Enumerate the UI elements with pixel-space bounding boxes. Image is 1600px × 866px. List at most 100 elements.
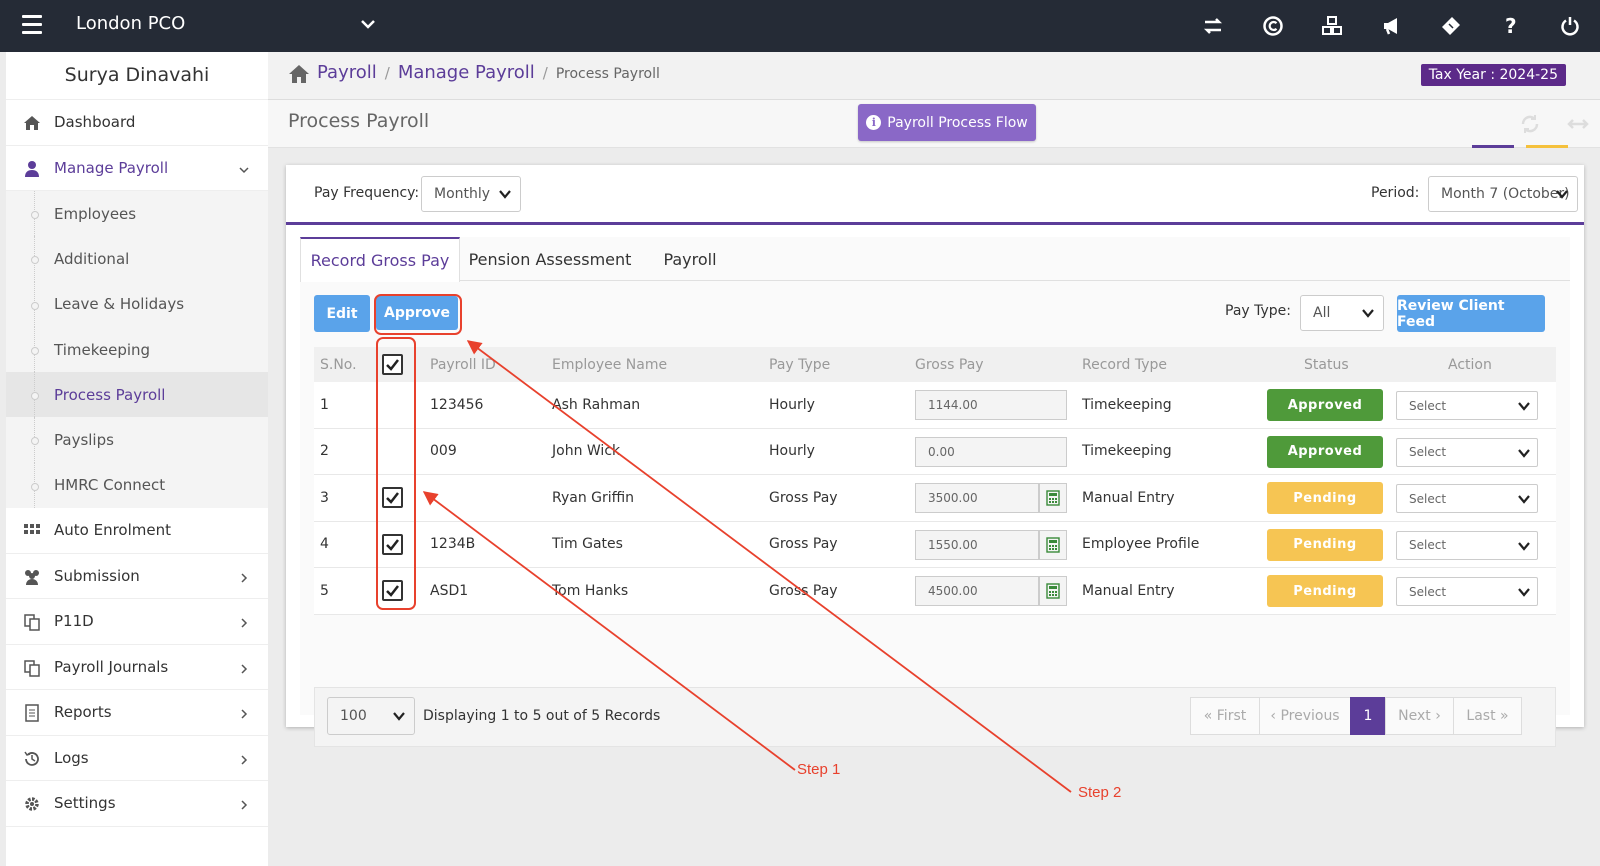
row-checkbox[interactable] [382,533,403,555]
sidebar-item-leave-holidays[interactable]: Leave & Holidays [6,281,268,328]
sidebar: Surya Dinavahi Dashboard Manage Payroll … [6,52,268,866]
sidebar-item-label: Reports [54,703,112,722]
help-icon[interactable]: ? [1481,0,1541,52]
sidebar-item-process-payroll[interactable]: Process Payroll [6,372,268,418]
calculator-icon[interactable] [1039,529,1067,560]
users-icon [25,569,39,585]
page-previous-button[interactable]: ‹ Previous [1259,697,1351,735]
cell-sno: 5 [320,582,329,599]
page-first-button[interactable]: « First [1190,697,1260,735]
sidebar-item-payroll-journals[interactable]: Payroll Journals [6,645,268,691]
chevron-down-icon [1518,402,1530,411]
currency-icon[interactable] [1243,0,1303,52]
step-1-label: Step 1 [797,761,841,778]
records-summary: Displaying 1 to 5 out of 5 Records [423,708,661,724]
action-select-value: Select [1409,584,1447,599]
sidebar-item-manage-payroll[interactable]: Manage Payroll [6,146,268,191]
flow-button-label: Payroll Process Flow [887,114,1028,131]
sidebar-item-hmrc-connect[interactable]: HMRC Connect [6,462,268,509]
pagination-bar: 100 Displaying 1 to 5 out of 5 Records «… [314,687,1556,747]
user-icon [25,160,39,177]
row-checkbox[interactable] [382,580,403,602]
cubes-icon[interactable] [1303,0,1363,52]
history-icon [24,751,39,766]
review-client-feed-button[interactable]: Review Client Feed [1397,295,1545,332]
table-row: 3 Ryan Griffin Gross Pay 3500.00 Manual … [314,475,1556,522]
sidebar-item-timekeeping[interactable]: Timekeeping [6,326,268,373]
edit-button[interactable]: Edit [314,295,370,332]
action-select[interactable]: Select [1396,530,1538,560]
sidebar-item-label: P11D [54,612,94,631]
page-next-button[interactable]: Next › [1385,697,1454,735]
breadcrumb-manage-payroll[interactable]: Manage Payroll [398,62,535,83]
refresh-icon[interactable] [1518,112,1542,136]
select-all-checkbox[interactable] [382,354,403,375]
checkmark-icon [386,585,399,598]
chevron-down-icon[interactable] [358,14,378,34]
sidebar-item-payslips[interactable]: Payslips [6,417,268,464]
sidebar-item-p11d[interactable]: P11D [6,599,268,645]
tab-pension-assessment[interactable]: Pension Assessment [460,237,640,281]
gross-pay-input[interactable]: 3500.00 [915,483,1039,513]
gross-pay-input[interactable]: 0.00 [915,436,1067,467]
cell-pay-type: Gross Pay [769,536,838,553]
home-icon[interactable] [288,64,310,84]
org-name[interactable]: London PCO [76,13,185,34]
period-value: Month 7 (October) [1441,186,1570,202]
table-body: 1 123456 Ash Rahman Hourly 1144.00 Timek… [314,382,1556,615]
cell-pay-type: Gross Pay [769,582,838,599]
table-row: 4 1234B Tim Gates Gross Pay 1550.00 Empl… [314,521,1556,568]
approve-button[interactable]: Approve [376,296,458,330]
period-select[interactable]: Month 7 (October) [1428,176,1578,212]
page-1-button[interactable]: 1 [1350,697,1386,735]
sidebar-item-reports[interactable]: Reports [6,690,268,736]
tab-record-gross-pay[interactable]: Record Gross Pay [300,237,460,282]
action-select[interactable]: Select [1396,484,1538,513]
calculator-icon[interactable] [1039,483,1067,513]
gross-pay-input[interactable]: 4500.00 [915,576,1039,606]
header-select-all [382,347,403,382]
breadcrumb-payroll[interactable]: Payroll [317,62,377,83]
header-sno: S.No. [320,356,357,373]
action-select[interactable]: Select [1396,577,1538,606]
sidebar-item-employees[interactable]: Employees [6,191,268,237]
sidebar-item-settings[interactable]: Settings [6,781,268,827]
cell-record-type: Employee Profile [1082,536,1200,553]
expand-horizontal-icon[interactable] [1566,112,1590,136]
cell-checkbox [382,522,403,568]
page-size-value: 100 [340,708,367,724]
gross-pay-input[interactable]: 1550.00 [915,529,1039,560]
hamburger-icon[interactable] [22,15,42,35]
header-action: Action [1448,356,1492,373]
ticket-icon[interactable] [1422,0,1482,52]
action-select[interactable]: Select [1396,391,1538,420]
cell-pay-type: Hourly [769,396,815,413]
action-select[interactable]: Select [1396,437,1538,467]
sidebar-item-additional[interactable]: Additional [6,236,268,282]
gross-pay-input[interactable]: 1144.00 [915,390,1067,420]
pay-frequency-value: Monthly [434,186,491,202]
theme-bar-yellow [1526,145,1568,148]
pay-type-select[interactable]: All [1300,295,1384,331]
calculator-icon[interactable] [1039,576,1067,606]
action-select-value: Select [1409,398,1447,413]
page-last-button[interactable]: Last » [1453,697,1522,735]
swap-icon[interactable] [1184,0,1244,52]
user-name: Surya Dinavahi [6,52,268,100]
sidebar-item-submission[interactable]: Submission [6,554,268,600]
row-checkbox[interactable] [382,487,403,509]
page-size-select[interactable]: 100 [327,697,415,735]
header-gross-pay: Gross Pay [915,356,984,373]
sidebar-item-dashboard[interactable]: Dashboard [6,100,268,146]
payroll-process-flow-button[interactable]: i Payroll Process Flow [858,104,1036,141]
home-icon [24,116,40,130]
tab-bar: Record Gross Pay Pension Assessment Payr… [300,237,1570,282]
page-title: Process Payroll [288,110,430,132]
megaphone-icon[interactable] [1362,0,1422,52]
power-icon[interactable] [1541,0,1600,52]
sidebar-item-auto-enrolment[interactable]: Auto Enrolment [6,508,268,554]
pay-frequency-select[interactable]: Monthly [421,176,521,212]
tab-payroll[interactable]: Payroll [640,237,740,281]
cell-payroll-id: 1234B [430,536,476,553]
sidebar-item-logs[interactable]: Logs [6,736,268,782]
